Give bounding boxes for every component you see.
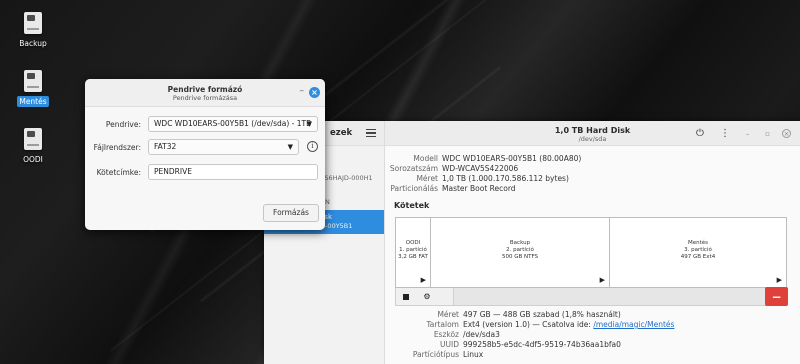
disks-main-panel: 1,0 TB Hard Disk /dev/sda ⏻ ⋮ – ▫ × Mode… — [385, 121, 800, 364]
detail-value: Ext4 (version 1.0) — Csatolva ide: — [463, 320, 594, 329]
detail-value: Linux — [463, 350, 484, 359]
detail-key: Méret — [437, 310, 459, 319]
detail-row: Tartalom Ext4 (version 1.0) — Csatolva i… — [385, 320, 800, 330]
pendrive-formatter-dialog: Pendrive formázó Pendrive formázása – × … — [85, 79, 325, 230]
pendrive-select[interactable]: WDC WD10EARS-00Y5B1 (/dev/sda) - 1TB ▼ — [148, 116, 318, 132]
info-key: Sorozatszám — [389, 164, 438, 173]
detail-key: Partíciótípus — [412, 350, 459, 359]
filesystem-select-value: FAT32 — [154, 142, 177, 151]
volumes-heading: Kötetek — [394, 201, 430, 210]
detail-row: Eszköz /dev/sda3 — [385, 330, 800, 340]
info-value: 1,0 TB (1.000.170.586.112 bytes) — [442, 174, 569, 183]
pendrive-row: Pendrive: WDC WD10EARS-00Y5B1 (/dev/sda)… — [85, 116, 325, 132]
desktop-icon-oodi[interactable]: OODI — [3, 128, 63, 165]
desktop-icon-mentes[interactable]: Mentés — [3, 70, 63, 107]
info-key: Méret — [416, 174, 438, 183]
desktop-icon-label: Backup — [19, 39, 47, 48]
dialog-subtitle: Pendrive formázása — [172, 94, 238, 102]
detail-row: UUID 999258b5-e5dc-4df5-9519-74b36aa1bfa… — [385, 340, 800, 350]
info-value: WD-WCAV5S422006 — [442, 164, 519, 173]
info-row: Particionálás Master Boot Record — [385, 184, 800, 194]
settings-gears-icon[interactable]: ⚙ — [418, 288, 436, 305]
volume-partition: 3. partíció — [684, 247, 712, 253]
format-button[interactable]: Formázás — [263, 204, 319, 222]
info-icon[interactable]: i — [307, 141, 318, 152]
mount-play-icon[interactable]: ▶ — [777, 276, 782, 284]
detail-value: 497 GB — 488 GB szabad (1,8% használt) — [463, 310, 621, 319]
filesystem-label: Fájlrendszer: — [93, 143, 141, 152]
filesystem-select[interactable]: FAT32 ▼ — [148, 139, 299, 155]
sidebar-title: ezek — [330, 128, 353, 138]
drive-icon — [24, 12, 42, 34]
disk-title: 1,0 TB Hard Disk — [554, 126, 631, 135]
toolbar-spacer — [453, 288, 773, 305]
info-key: Modell — [413, 154, 438, 163]
info-row: Sorozatszám WD-WCAV5S422006 — [385, 164, 800, 174]
delete-partition-button[interactable]: − — [765, 287, 788, 306]
volume-segment-mentes[interactable]: Mentés 3. partíció 497 GB Ext4 ▶ — [610, 218, 786, 287]
stop-icon[interactable] — [397, 288, 415, 305]
volume-partition: 2. partíció — [506, 247, 534, 253]
volume-partition: 1. partíció — [399, 247, 427, 253]
detail-value: 999258b5-e5dc-4df5-9519-74b36aa1bfa0 — [463, 340, 621, 349]
volume-label-value: PENDRIVE — [154, 167, 192, 176]
chevron-down-icon: ▼ — [306, 120, 312, 128]
volume-toolbar: ⚙ — [395, 288, 787, 306]
desktop-icon-label: OODI — [23, 155, 43, 164]
volume-segment-backup[interactable]: Backup 2. partíció 500 GB NTFS ▶ — [431, 218, 610, 287]
desktop-icon-backup[interactable]: Backup — [3, 12, 63, 49]
drive-icon — [24, 70, 42, 92]
volume-size: 500 GB NTFS — [501, 254, 539, 260]
minimize-icon[interactable]: – — [743, 129, 752, 138]
desktop-icon-label: Mentés — [17, 96, 49, 107]
close-icon[interactable]: × — [309, 87, 320, 98]
drive-icon — [24, 128, 42, 150]
mount-play-icon[interactable]: ▶ — [600, 276, 605, 284]
chevron-down-icon: ▼ — [287, 143, 293, 151]
detail-value: /dev/sda3 — [463, 330, 500, 339]
detail-key: Tartalom — [426, 320, 459, 329]
menu-icon[interactable] — [366, 129, 376, 138]
volume-label-input[interactable]: PENDRIVE — [148, 164, 318, 180]
mount-point-link[interactable]: /media/magic/Mentés — [593, 320, 674, 329]
info-value: Master Boot Record — [442, 184, 516, 193]
volume-name: OODI — [405, 240, 421, 246]
pendrive-select-value: WDC WD10EARS-00Y5B1 (/dev/sda) - 1TB — [154, 119, 312, 128]
detail-row: Partíciótípus Linux — [385, 350, 800, 360]
volume-size: 3,2 GB FAT — [398, 254, 428, 260]
minimize-icon[interactable]: – — [300, 86, 305, 96]
main-header: 1,0 TB Hard Disk /dev/sda ⏻ ⋮ – ▫ × — [385, 121, 800, 146]
dialog-header: Pendrive formázó Pendrive formázása – × — [85, 79, 325, 107]
info-key: Particionálás — [390, 184, 438, 193]
volume-size: 497 GB Ext4 — [680, 254, 716, 260]
volume-name: Backup — [509, 240, 531, 246]
disk-info: Modell WDC WD10EARS-00Y5B1 (80.00A80) So… — [385, 154, 800, 194]
partition-details: Méret 497 GB — 488 GB szabad (1,8% haszn… — [385, 310, 800, 360]
dialog-title: Pendrive formázó — [167, 85, 243, 94]
volume-name: Mentés — [687, 240, 709, 246]
mount-play-icon[interactable]: ▶ — [421, 276, 426, 284]
detail-key: UUID — [440, 340, 459, 349]
volume-label-row: Kötetcímke: PENDRIVE — [85, 164, 325, 180]
close-icon[interactable]: × — [782, 129, 791, 138]
info-value: WDC WD10EARS-00Y5B1 (80.00A80) — [442, 154, 582, 163]
info-row: Modell WDC WD10EARS-00Y5B1 (80.00A80) — [385, 154, 800, 164]
volume-segment-oodi[interactable]: OODI 1. partíció 3,2 GB FAT ▶ — [396, 218, 431, 287]
volume-label-label: Kötetcímke: — [96, 168, 141, 177]
power-icon[interactable]: ⏻ — [694, 127, 706, 139]
detail-key: Eszköz — [433, 330, 459, 339]
detail-row: Méret 497 GB — 488 GB szabad (1,8% haszn… — [385, 310, 800, 320]
filesystem-row: Fájlrendszer: FAT32 ▼ i — [85, 139, 325, 155]
more-options-icon[interactable]: ⋮ — [719, 127, 731, 139]
volume-map: OODI 1. partíció 3,2 GB FAT ▶ Backup 2. … — [395, 217, 787, 288]
maximize-icon[interactable]: ▫ — [763, 129, 772, 138]
disk-subtitle: /dev/sda — [578, 135, 607, 143]
info-row: Méret 1,0 TB (1.000.170.586.112 bytes) — [385, 174, 800, 184]
disks-window: ezek k 2... S6HAJD-000H1 ive UE1N t Disk… — [264, 121, 800, 364]
pendrive-label: Pendrive: — [105, 120, 141, 129]
